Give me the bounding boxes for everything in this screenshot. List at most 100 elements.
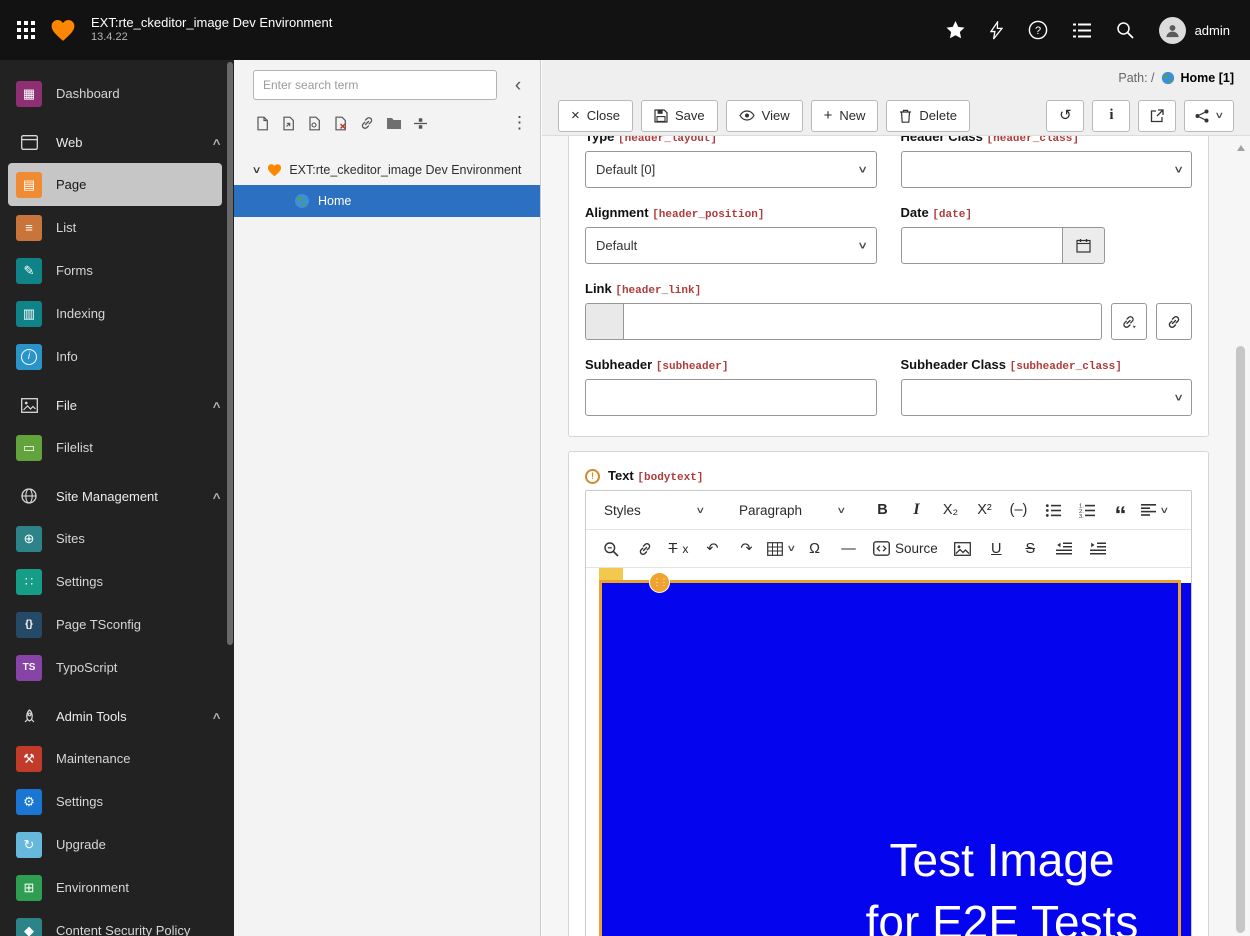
find-replace-button[interactable]: [595, 533, 626, 564]
bookmarks-star-icon[interactable]: [946, 21, 965, 39]
sidebar-group-file[interactable]: File ∧: [0, 384, 234, 426]
history-button[interactable]: ↺: [1046, 100, 1084, 132]
rte-content[interactable]: ⋮⋮ Test Image for E2E Tests: [586, 567, 1191, 936]
sidebar-item-maintenance[interactable]: ⚒ Maintenance: [0, 737, 234, 780]
info-button[interactable]: i: [1092, 100, 1130, 132]
numbered-list-button[interactable]: 1.2.3.: [1071, 495, 1102, 526]
subscript-button[interactable]: X₂: [935, 495, 966, 526]
underline-button[interactable]: U: [981, 533, 1012, 564]
subheader-input[interactable]: [585, 379, 877, 416]
tree-node-home[interactable]: Home: [234, 185, 540, 217]
superscript-button[interactable]: X²: [969, 495, 1000, 526]
paragraph-dropdown[interactable]: Paragraph∨: [730, 495, 854, 526]
tree-more-menu-icon[interactable]: ⋮: [511, 113, 528, 133]
header-class-select[interactable]: ∨: [901, 151, 1193, 188]
sidebar-item-page-tsconfig[interactable]: {} Page TSconfig: [0, 603, 234, 646]
sidebar-item-sites[interactable]: ⊕ Sites: [0, 517, 234, 560]
sidebar-item-upgrade[interactable]: ↻ Upgrade: [0, 823, 234, 866]
open-in-new-window-button[interactable]: [1138, 100, 1176, 132]
sidebar-item-dashboard[interactable]: ▦ Dashboard: [0, 72, 234, 115]
sidebar-item-environment[interactable]: ⊞ Environment: [0, 866, 234, 909]
undo-button[interactable]: ↶: [697, 533, 728, 564]
system-information-icon[interactable]: [1073, 23, 1091, 38]
link-browser-button[interactable]: [1111, 303, 1147, 340]
source-button[interactable]: Source: [867, 533, 944, 564]
sidebar-group-admin-tools[interactable]: Admin Tools ∧: [0, 695, 234, 737]
link-input[interactable]: [623, 303, 1102, 340]
folder-icon[interactable]: [386, 116, 402, 130]
styles-dropdown[interactable]: Styles∨: [595, 495, 713, 526]
new-page-icon[interactable]: [255, 116, 270, 131]
block-quote-button[interactable]: “: [1105, 495, 1136, 526]
strikethrough-button[interactable]: S: [1015, 533, 1046, 564]
tree-expand-caret-icon[interactable]: ∨: [252, 165, 262, 176]
horizontal-line-button[interactable]: ―: [833, 533, 864, 564]
outdent-button[interactable]: [1049, 533, 1080, 564]
page-reference[interactable]: Home [1]: [1181, 71, 1234, 85]
close-button[interactable]: × Close: [558, 100, 633, 132]
sidebar-group-web[interactable]: Web ∧: [0, 121, 234, 163]
sidebar-scrollbar-thumb[interactable]: [227, 62, 233, 645]
insert-link-button[interactable]: [629, 533, 660, 564]
italic-button[interactable]: I: [901, 495, 932, 526]
sidebar-item-site-settings[interactable]: ∷ Settings: [0, 560, 234, 603]
search-icon[interactable]: [1116, 21, 1134, 39]
text-alignment-dropdown[interactable]: ∨: [1139, 495, 1170, 526]
alignment-select[interactable]: Default ∨: [585, 227, 877, 264]
help-icon[interactable]: ?: [1028, 20, 1048, 40]
chevron-up-icon[interactable]: ∧: [211, 711, 222, 722]
divider-page-icon[interactable]: [413, 116, 428, 131]
content-scrollbar[interactable]: [1236, 136, 1246, 936]
save-button[interactable]: Save: [641, 100, 718, 132]
user-menu[interactable]: admin: [1159, 17, 1230, 44]
sidebar-item-typoscript[interactable]: TS TypoScript: [0, 646, 234, 689]
sidebar-item-indexing[interactable]: ▥ Indexing: [0, 292, 234, 335]
sidebar-item-forms[interactable]: ✎ Forms: [0, 249, 234, 292]
new-restricted-page-icon[interactable]: [333, 116, 348, 131]
chevron-up-icon[interactable]: ∧: [211, 400, 222, 411]
scrollbar-up-arrow-icon[interactable]: [1237, 141, 1245, 151]
soft-hyphen-button[interactable]: (–): [1003, 495, 1034, 526]
share-button[interactable]: ∨: [1184, 100, 1234, 132]
link-icon[interactable]: [359, 115, 375, 131]
upgrade-module-icon: ↻: [16, 832, 42, 858]
special-character-button[interactable]: Ω: [799, 533, 830, 564]
sidebar-group-site-management[interactable]: Site Management ∧: [0, 475, 234, 517]
new-shortcut-page-icon[interactable]: [281, 116, 296, 131]
tree-search-input[interactable]: [253, 70, 497, 100]
calendar-button[interactable]: [1063, 227, 1105, 264]
view-button[interactable]: View: [726, 100, 803, 132]
second-image-clipped[interactable]: [1181, 583, 1191, 936]
sidebar-item-filelist[interactable]: ▭ Filelist: [0, 426, 234, 469]
remove-format-button[interactable]: Tx: [663, 533, 694, 564]
content-image-widget[interactable]: ⋮⋮ Test Image for E2E Tests: [602, 583, 1178, 936]
sidebar-item-list[interactable]: ≡ List: [0, 206, 234, 249]
chevron-up-icon[interactable]: ∧: [211, 137, 222, 148]
sidebar-scrollbar[interactable]: [227, 60, 233, 936]
delete-button[interactable]: Delete: [886, 100, 970, 132]
new-button[interactable]: + New: [811, 100, 879, 132]
redo-button[interactable]: ↷: [731, 533, 762, 564]
type-select[interactable]: Default [0] ∨: [585, 151, 877, 188]
insert-image-button[interactable]: [947, 533, 978, 564]
apps-grid-icon[interactable]: [17, 21, 35, 39]
clear-cache-bolt-icon[interactable]: [990, 21, 1003, 40]
sidebar-item-page[interactable]: ▤ Page: [8, 163, 222, 206]
insert-table-dropdown[interactable]: ∨: [765, 533, 796, 564]
subheader-class-select[interactable]: ∨: [901, 379, 1193, 416]
indent-button[interactable]: [1083, 533, 1114, 564]
form-scroll-area[interactable]: Type [header_layout] Default [0] ∨ Heade…: [542, 136, 1250, 936]
link-button[interactable]: [1156, 303, 1192, 340]
bulleted-list-button[interactable]: [1037, 495, 1068, 526]
date-input[interactable]: [901, 227, 1063, 264]
bold-button[interactable]: B: [867, 495, 898, 526]
sidebar-item-admin-settings[interactable]: ⚙ Settings: [0, 780, 234, 823]
collapse-tree-button[interactable]: ‹: [506, 76, 530, 95]
chevron-up-icon[interactable]: ∧: [211, 491, 222, 502]
sidebar-item-info[interactable]: i Info: [0, 335, 234, 378]
content-scrollbar-thumb[interactable]: [1236, 346, 1245, 933]
widget-drag-handle-icon[interactable]: ⋮⋮: [649, 572, 670, 593]
new-link-page-icon[interactable]: [307, 116, 322, 131]
tree-root-node[interactable]: ∨ EXT:rte_ckeditor_image Dev Environment: [234, 155, 540, 185]
sidebar-item-content-security-policy[interactable]: ◆ Content Security Policy: [0, 909, 234, 936]
